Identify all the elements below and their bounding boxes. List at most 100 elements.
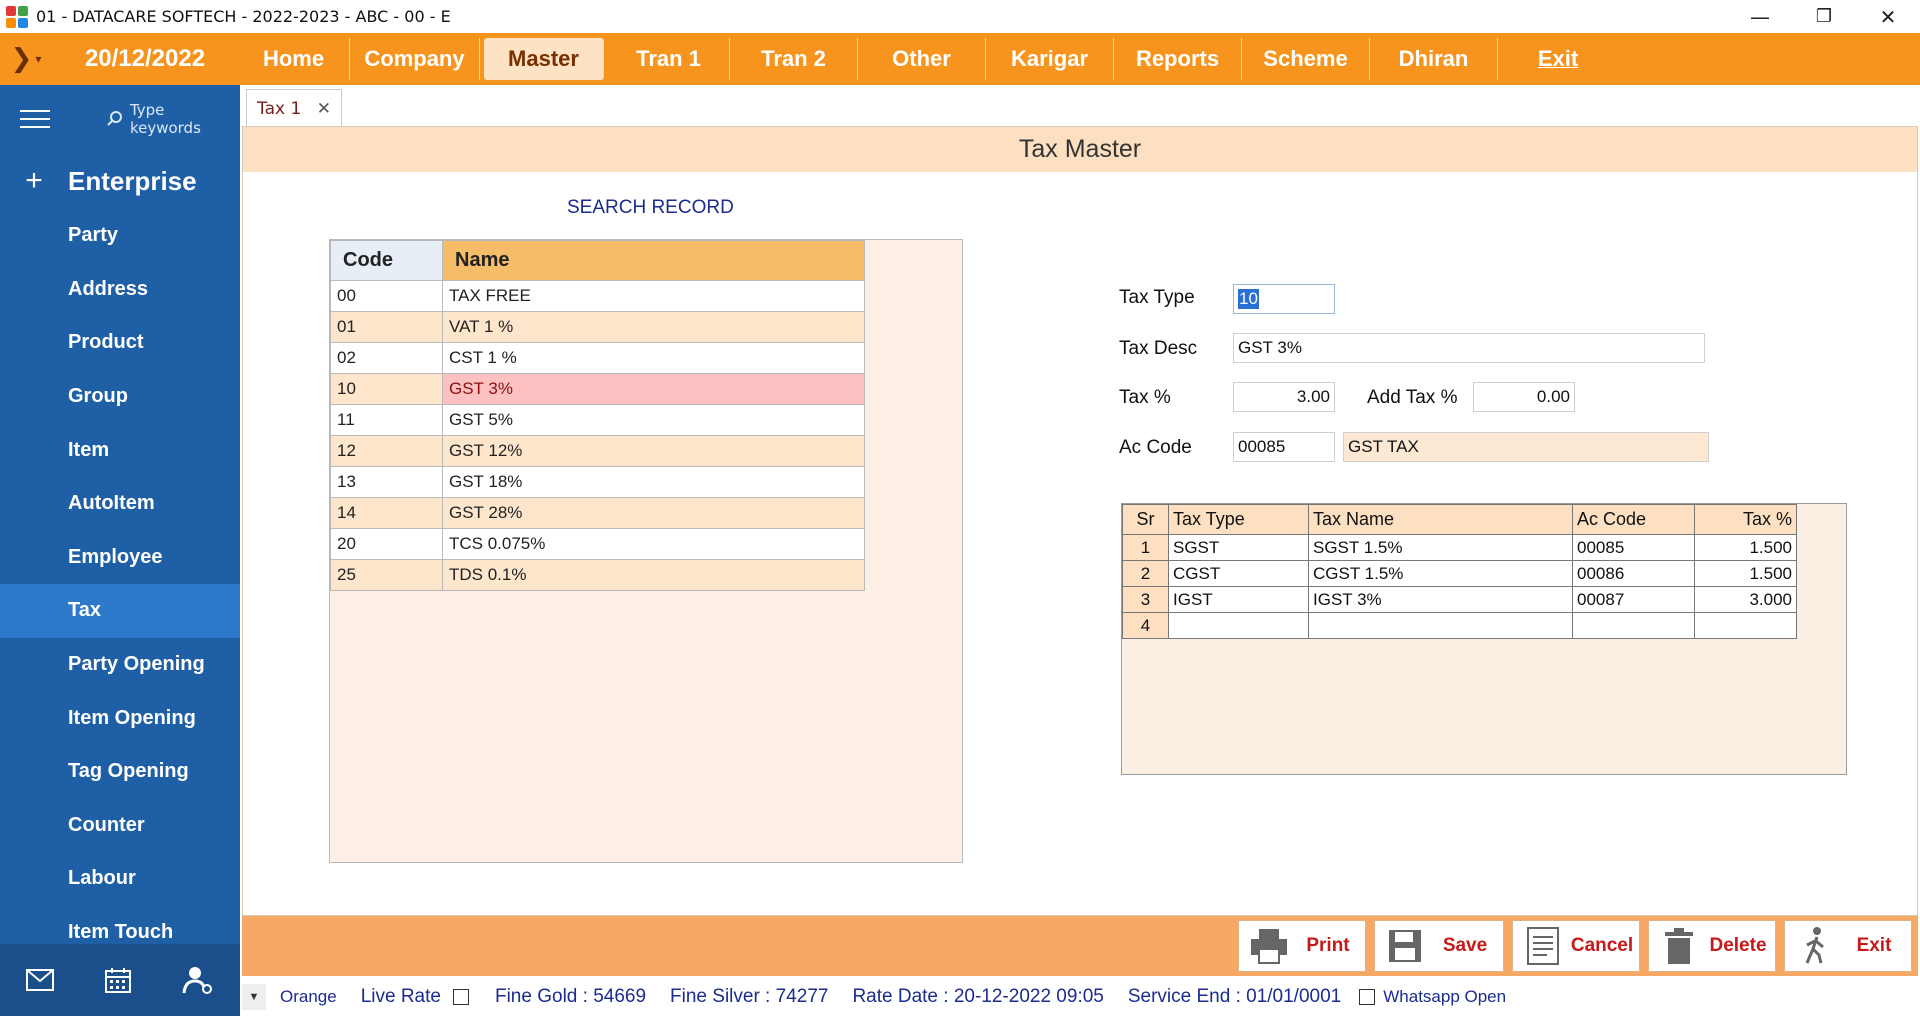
sidebar-item-tax[interactable]: Tax: [0, 584, 240, 638]
restore-button[interactable]: ❐: [1794, 0, 1854, 33]
theme-name[interactable]: Orange: [280, 987, 337, 1007]
cell-tax-type[interactable]: CGST: [1168, 560, 1309, 587]
sidebar-footer: [0, 944, 240, 1016]
ac-code-input[interactable]: 00085: [1233, 432, 1335, 462]
table-row[interactable]: 4: [1122, 612, 1797, 639]
menu-other[interactable]: Other: [858, 38, 986, 80]
cell-tax-name[interactable]: [1308, 612, 1573, 639]
table-row[interactable]: 13 GST 18%: [330, 466, 865, 498]
minimize-button[interactable]: —: [1730, 0, 1790, 33]
cell-name: TDS 0.1%: [442, 559, 865, 591]
menu-master[interactable]: Master: [484, 38, 604, 80]
table-row[interactable]: 01 VAT 1 %: [330, 311, 865, 343]
fine-gold-rate: Fine Gold : 54669: [494, 986, 647, 1007]
menu-reports[interactable]: Reports: [1114, 38, 1242, 80]
tax-desc-input[interactable]: GST 3%: [1233, 333, 1705, 363]
plus-icon: +: [25, 164, 43, 197]
cell-tax-type[interactable]: IGST: [1168, 586, 1309, 613]
menu-company[interactable]: Company: [350, 38, 480, 80]
sidebar-item-autoitem[interactable]: AutoItem: [0, 477, 240, 531]
cancel-button[interactable]: Cancel: [1512, 920, 1640, 972]
cell-code: 12: [330, 435, 443, 467]
cell-tax-name[interactable]: CGST 1.5%: [1308, 560, 1573, 587]
menu-home[interactable]: Home: [238, 38, 350, 80]
column-header-code[interactable]: Code: [330, 240, 443, 281]
service-end-date: Service End : 01/01/0001: [1127, 986, 1342, 1007]
cell-ac-code[interactable]: 00086: [1572, 560, 1695, 587]
menu-dhiran[interactable]: Dhiran: [1370, 38, 1498, 80]
cell-tax-percent[interactable]: 1.500: [1694, 560, 1797, 587]
cell-tax-percent[interactable]: 3.000: [1694, 586, 1797, 613]
tax-type-input[interactable]: 10: [1233, 284, 1335, 314]
cell-tax-type[interactable]: [1168, 612, 1309, 639]
menu-tran-2[interactable]: Tran 2: [730, 38, 858, 80]
cell-code: 01: [330, 311, 443, 343]
cell-tax-name[interactable]: SGST 1.5%: [1308, 534, 1573, 561]
delete-button[interactable]: Delete: [1648, 920, 1776, 972]
cell-sr: 1: [1122, 534, 1169, 561]
table-row[interactable]: 25 TDS 0.1%: [330, 559, 865, 591]
sidebar-item-product[interactable]: Product: [0, 316, 240, 370]
menu-karigar[interactable]: Karigar: [986, 38, 1114, 80]
table-row[interactable]: 14 GST 28%: [330, 497, 865, 529]
table-row[interactable]: 11 GST 5%: [330, 404, 865, 436]
save-button[interactable]: Save: [1374, 920, 1504, 972]
tax-percent-label: Tax %: [1119, 387, 1171, 408]
sidebar-search[interactable]: Type keywords: [106, 101, 240, 137]
exit-button[interactable]: Exit: [1784, 920, 1912, 972]
cell-tax-percent[interactable]: [1694, 612, 1797, 639]
print-button[interactable]: Print: [1238, 920, 1366, 972]
table-row[interactable]: 02 CST 1 %: [330, 342, 865, 374]
theme-dropdown-arrow-icon[interactable]: ▼: [242, 984, 266, 1010]
sidebar-item-item-opening[interactable]: Item Opening: [0, 691, 240, 745]
cell-ac-code[interactable]: [1572, 612, 1695, 639]
cell-sr: 4: [1122, 612, 1169, 639]
table-row[interactable]: 2 CGST CGST 1.5% 00086 1.500: [1122, 560, 1797, 587]
tax-percent-input[interactable]: 3.00: [1233, 382, 1335, 412]
live-rate-checkbox[interactable]: [452, 989, 469, 1005]
close-tab-icon[interactable]: ✕: [317, 99, 331, 119]
sidebar-item-labour[interactable]: Labour: [0, 852, 240, 906]
close-window-button[interactable]: ✕: [1858, 0, 1918, 33]
cell-tax-percent[interactable]: 1.500: [1694, 534, 1797, 561]
sidebar-item-party[interactable]: Party: [0, 209, 240, 263]
search-record-label: SEARCH RECORD: [567, 197, 734, 218]
column-header-name[interactable]: Name: [442, 240, 865, 281]
table-row[interactable]: 00 TAX FREE: [330, 280, 865, 312]
cell-tax-type[interactable]: SGST: [1168, 534, 1309, 561]
cell-name: GST 18%: [442, 466, 865, 498]
sidebar-item-item[interactable]: Item: [0, 423, 240, 477]
menu-scheme[interactable]: Scheme: [1242, 38, 1370, 80]
cell-name: TAX FREE: [442, 280, 865, 312]
cell-ac-code[interactable]: 00085: [1572, 534, 1695, 561]
sidebar-item-party-opening[interactable]: Party Opening: [0, 638, 240, 692]
table-row[interactable]: 12 GST 12%: [330, 435, 865, 467]
sidebar-item-address[interactable]: Address: [0, 263, 240, 317]
hamburger-menu-icon[interactable]: [20, 110, 50, 128]
menu-expand-chevron-icon[interactable]: ❯ ▾: [0, 33, 52, 85]
column-header-sr: Sr: [1122, 504, 1169, 535]
table-row-selected[interactable]: 10 GST 3%: [330, 373, 865, 405]
sidebar-item-tag-opening[interactable]: Tag Opening: [0, 745, 240, 799]
table-row[interactable]: 1 SGST SGST 1.5% 00085 1.500: [1122, 534, 1797, 561]
tab-tax-1[interactable]: Tax 1 ✕: [246, 89, 342, 127]
add-tax-percent-input[interactable]: 0.00: [1473, 382, 1575, 412]
menu-exit[interactable]: Exit: [1498, 38, 1618, 80]
cell-tax-name[interactable]: IGST 3%: [1308, 586, 1573, 613]
calendar-icon[interactable]: [104, 967, 131, 993]
sidebar-item-group[interactable]: Group: [0, 370, 240, 424]
sidebar-section-enterprise[interactable]: + Enterprise: [0, 153, 240, 209]
rate-date: Rate Date : 20-12-2022 09:05: [852, 986, 1104, 1007]
mail-icon[interactable]: [25, 969, 54, 991]
user-settings-icon[interactable]: [182, 965, 214, 995]
whatsapp-open-checkbox[interactable]: [1359, 989, 1376, 1005]
sidebar-search-placeholder: Type keywords: [129, 101, 201, 137]
cell-ac-code[interactable]: 00087: [1572, 586, 1695, 613]
cell-name: GST 5%: [442, 404, 865, 436]
table-row[interactable]: 20 TCS 0.075%: [330, 528, 865, 560]
sidebar-item-employee[interactable]: Employee: [0, 531, 240, 585]
sidebar-item-counter[interactable]: Counter: [0, 799, 240, 853]
menu-tran-1[interactable]: Tran 1: [608, 38, 730, 80]
table-row[interactable]: 3 IGST IGST 3% 00087 3.000: [1122, 586, 1797, 613]
cell-name: GST 3%: [442, 373, 865, 405]
